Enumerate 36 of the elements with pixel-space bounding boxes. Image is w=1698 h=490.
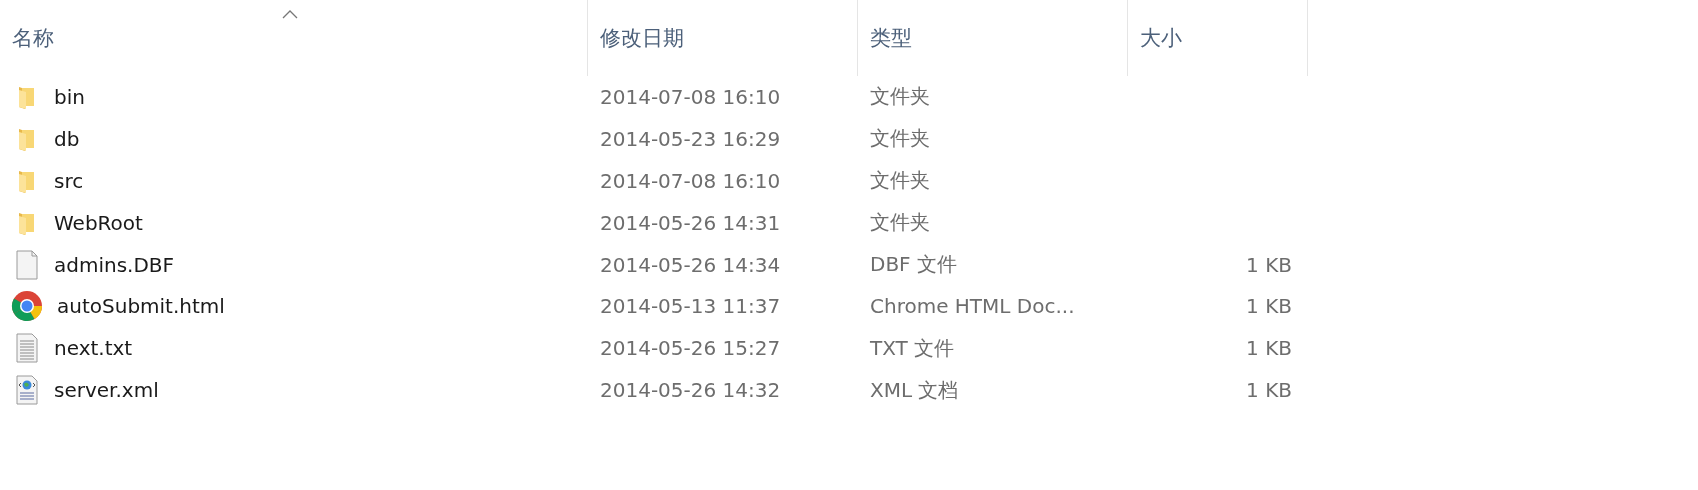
file-type: 文件夹: [870, 125, 930, 153]
modified-date: 2014-07-08 16:10: [600, 168, 781, 193]
modified-date: 2014-05-26 14:32: [600, 378, 781, 403]
file-type: TXT 文件: [870, 334, 955, 362]
file-type: 文件夹: [870, 209, 930, 237]
file-type: 文件夹: [870, 167, 930, 195]
modified-date: 2014-05-26 14:31: [600, 210, 781, 235]
file-name[interactable]: WebRoot: [54, 210, 143, 235]
file-type: Chrome HTML Doc...: [870, 294, 1075, 319]
file-name[interactable]: next.txt: [54, 336, 133, 361]
text-file-icon: [14, 333, 40, 364]
column-header[interactable]: 类型: [870, 24, 912, 52]
file-name[interactable]: autoSubmit.html: [57, 294, 225, 319]
file-type: 文件夹: [870, 83, 930, 111]
modified-date: 2014-07-08 16:10: [600, 84, 781, 109]
file-size: 1 KB: [1246, 378, 1292, 403]
chrome-icon: [11, 290, 43, 323]
file-size: 1 KB: [1246, 252, 1292, 277]
file-size: 1 KB: [1246, 294, 1292, 319]
file-size: 1 KB: [1246, 336, 1292, 361]
modified-date: 2014-05-26 15:27: [600, 336, 781, 361]
file-name[interactable]: bin: [54, 84, 85, 109]
column-header[interactable]: 修改日期: [600, 24, 684, 52]
column-header[interactable]: 大小: [1140, 24, 1182, 52]
file-name[interactable]: admins.DBF: [54, 252, 175, 277]
modified-date: 2014-05-26 14:34: [600, 252, 781, 277]
column-header[interactable]: 名称: [12, 24, 54, 52]
file-icon: [14, 249, 40, 280]
modified-date: 2014-05-23 16:29: [600, 126, 781, 151]
xml-file-icon: [14, 375, 40, 406]
file-type: XML 文档: [870, 376, 959, 404]
file-name[interactable]: server.xml: [54, 378, 159, 403]
file-name[interactable]: db: [54, 126, 80, 151]
file-name[interactable]: src: [54, 168, 84, 193]
modified-date: 2014-05-13 11:37: [600, 294, 781, 319]
file-type: DBF 文件: [870, 251, 957, 278]
